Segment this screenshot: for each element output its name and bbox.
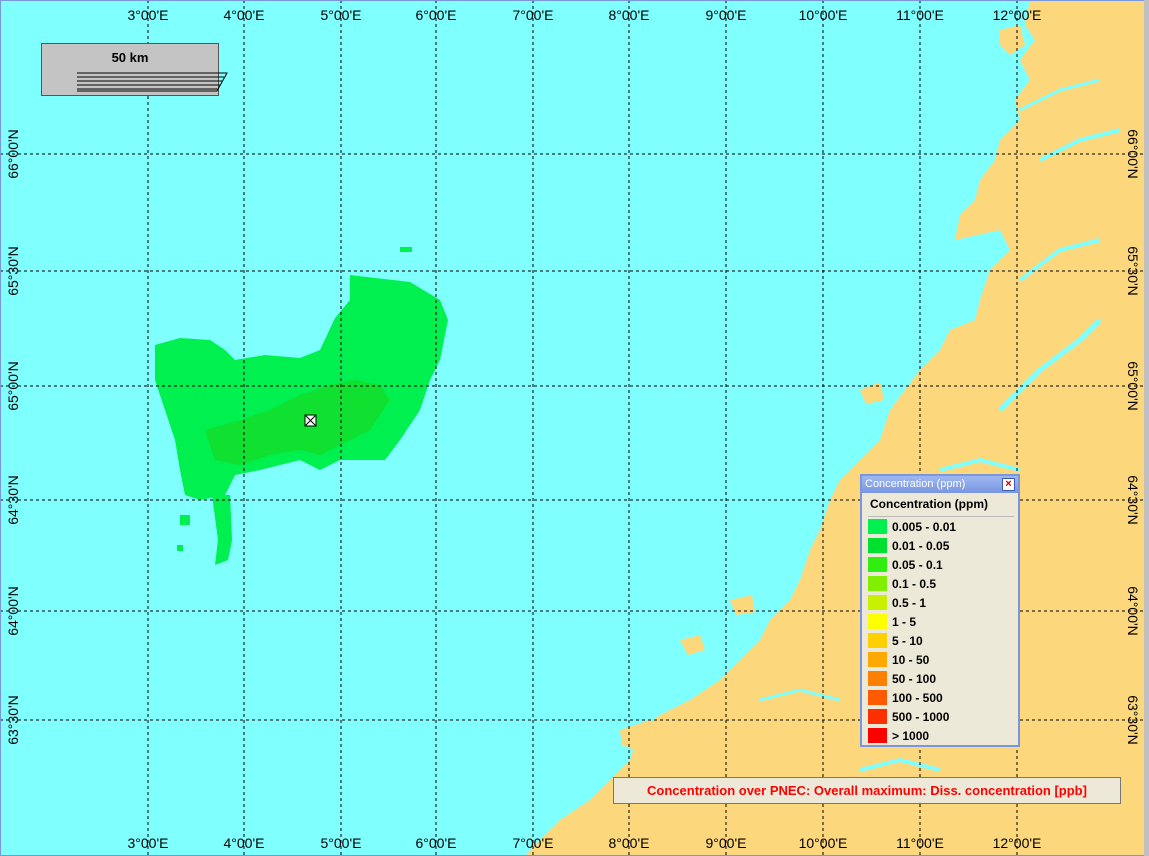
lat-label-left: 65°00'N <box>5 361 21 411</box>
lon-label-bottom: 5°00'E <box>321 835 362 851</box>
lon-label-bottom: 11°00'E <box>896 835 944 851</box>
legend-item-label: 5 - 10 <box>892 633 923 648</box>
lon-label-bottom: 10°00'E <box>799 835 848 851</box>
legend-swatch <box>868 709 887 724</box>
lat-label-right: 64°00'N <box>1125 586 1141 636</box>
legend-item: 0.005 - 0.01 <box>868 517 1014 536</box>
map-caption: Concentration over PNEC: Overall maximum… <box>613 777 1121 804</box>
lon-label-bottom: 9°00'E <box>706 835 747 851</box>
legend-item: 10 - 50 <box>868 650 1014 669</box>
legend-item-label: 10 - 50 <box>892 652 930 667</box>
plume-fragment-2 <box>400 247 412 252</box>
legend-item: 100 - 500 <box>868 688 1014 707</box>
legend-item: 0.05 - 0.1 <box>868 555 1014 574</box>
lon-label-bottom: 7°00'E <box>513 835 554 851</box>
lon-label-top: 8°00'E <box>609 7 650 23</box>
lon-label-bottom: 4°00'E <box>224 835 265 851</box>
plume-fragment-3 <box>177 545 183 551</box>
lon-label-top: 5°00'E <box>321 7 362 23</box>
legend-item: 1 - 5 <box>868 612 1014 631</box>
legend-item-label: 0.01 - 0.05 <box>892 538 950 553</box>
legend-swatch <box>868 614 887 629</box>
legend-item: 0.01 - 0.05 <box>868 536 1014 555</box>
legend-item: 0.5 - 1 <box>868 593 1014 612</box>
legend-item: 50 - 100 <box>868 669 1014 688</box>
lon-label-top: 9°00'E <box>706 7 747 23</box>
legend-item-label: 1 - 5 <box>892 614 917 629</box>
lat-label-left: 66°00'N <box>5 129 21 179</box>
scale-bar-ruler-icon <box>77 72 228 92</box>
lon-label-top: 11°00'E <box>896 7 944 23</box>
legend-swatch <box>868 538 887 553</box>
lon-label-bottom: 6°00'E <box>416 835 457 851</box>
lat-label-right: 66°00'N <box>1125 129 1141 179</box>
lat-label-right: 65°00'N <box>1125 361 1141 411</box>
close-icon[interactable]: × <box>1002 478 1015 491</box>
legend-item-label: 500 - 1000 <box>892 709 950 724</box>
scale-bar-label: 50 km <box>111 50 149 65</box>
legend-swatch <box>868 690 887 705</box>
legend-swatch <box>868 519 887 534</box>
lat-label-right: 65°30'N <box>1125 246 1141 296</box>
lat-label-left: 63°30'N <box>5 695 21 745</box>
legend-item-label: > 1000 <box>892 728 930 743</box>
legend-item: 500 - 1000 <box>868 707 1014 726</box>
lon-label-top: 12°00'E <box>993 7 1042 23</box>
legend-swatch <box>868 671 887 686</box>
lon-label-bottom: 3°00'E <box>128 835 169 851</box>
legend-swatch <box>868 728 887 743</box>
legend-item-label: 0.005 - 0.01 <box>892 519 957 534</box>
lat-label-left: 64°30'N <box>5 475 21 525</box>
legend-swatch <box>868 576 887 591</box>
lat-label-left: 65°30'N <box>5 246 21 296</box>
legend-swatch <box>868 557 887 572</box>
legend-item-label: 0.1 - 0.5 <box>892 576 937 591</box>
legend-item-label: 100 - 500 <box>892 690 943 705</box>
lon-label-top: 10°00'E <box>799 7 848 23</box>
legend-window[interactable]: Concentration (ppm) × Concentration (ppm… <box>860 474 1020 747</box>
legend-window-title: Concentration (ppm) <box>865 478 966 490</box>
legend-item-label: 50 - 100 <box>892 671 937 686</box>
lon-label-bottom: 8°00'E <box>609 835 650 851</box>
legend-swatch <box>868 595 887 610</box>
lon-label-top: 7°00'E <box>513 7 554 23</box>
legend-swatch <box>868 652 887 667</box>
release-point-icon[interactable] <box>304 414 317 427</box>
legend-item-label: 0.5 - 1 <box>892 595 927 610</box>
legend-item: > 1000 <box>868 726 1014 745</box>
lon-label-top: 4°00'E <box>224 7 265 23</box>
lon-label-top: 6°00'E <box>416 7 457 23</box>
lat-label-right: 64°30'N <box>1125 475 1141 525</box>
legend-titlebar[interactable]: Concentration (ppm) × <box>862 476 1018 493</box>
legend-item: 0.1 - 0.5 <box>868 574 1014 593</box>
lon-label-bottom: 12°00'E <box>993 835 1042 851</box>
plume-fragment-1 <box>180 515 190 525</box>
lat-label-left: 64°00'N <box>5 586 21 636</box>
scale-bar: 50 km <box>41 43 228 96</box>
lat-label-right: 63°30'N <box>1125 695 1141 745</box>
lon-label-top: 3°00'E <box>128 7 169 23</box>
legend-items: 0.005 - 0.01 0.01 - 0.05 0.05 - 0.1 0.1 - 0… <box>868 516 1014 743</box>
legend-item-label: 0.05 - 0.1 <box>892 557 943 572</box>
legend-swatch <box>868 633 887 648</box>
legend-heading: Concentration (ppm) <box>870 497 988 511</box>
scroll-edge <box>1144 0 1149 856</box>
legend-item: 5 - 10 <box>868 631 1014 650</box>
